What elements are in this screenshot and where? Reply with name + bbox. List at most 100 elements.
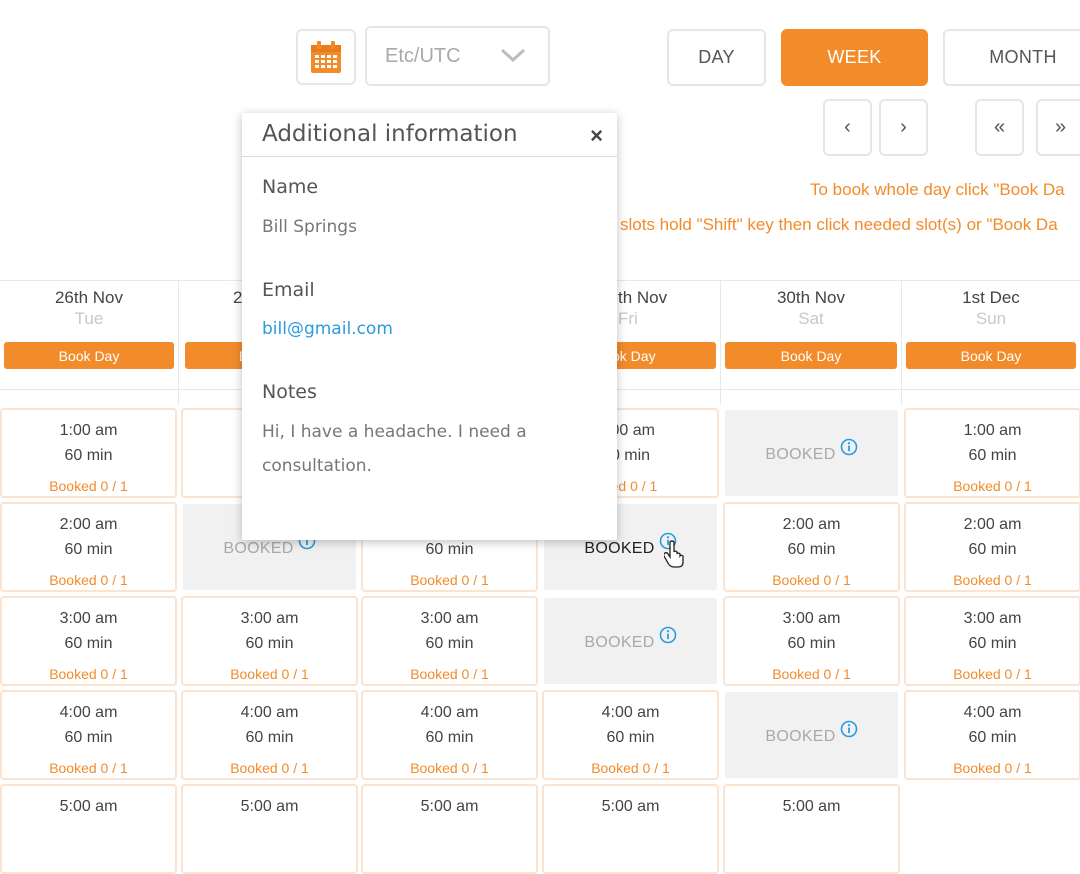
day-date: 30th Nov [776,288,846,307]
view-week-button[interactable]: WEEK [781,29,928,86]
next-week-button[interactable]: › [879,99,928,156]
day-weekday: Tue [74,309,104,328]
slot-status: Booked 0 / 1 [953,572,1032,588]
slot-duration: 60 min [968,635,1017,652]
slot-duration: 60 min [425,729,474,746]
notes-value: Hi, I have a headache. I need a consulta… [262,422,527,476]
prev-fast-button[interactable]: « [975,99,1024,156]
time-slot[interactable]: 1:00 am 60 min Booked 0 / 1 [0,408,177,498]
slot-duration: 60 min [787,635,836,652]
slot-time: 5:00 am [601,798,660,815]
email-link[interactable]: bill@gmail.com [262,319,393,339]
info-icon[interactable] [840,438,858,461]
hint-book-day: To book whole day click "Book Da [810,180,1065,199]
time-slot[interactable]: 1:00 am 60 min Booked 0 / 1 [904,408,1080,498]
slot-time: 4:00 am [420,704,479,721]
booked-label: BOOKED [765,446,836,463]
slot-time: 5:00 am [59,798,118,815]
slot-time: 1:00 am [963,422,1022,439]
name-label: Name [262,176,319,198]
popup-header: Additional information × [242,113,617,157]
slot-duration: 60 min [64,635,113,652]
time-slot[interactable]: 4:00 am 60 min Booked 0 / 1 [361,690,538,780]
slot-time: 2:00 am [963,516,1022,533]
next-fast-button[interactable]: » [1036,99,1080,156]
slot-time: 2:00 am [782,516,841,533]
slot-duration: 60 min [245,635,294,652]
time-slot[interactable]: 3:00 am 60 min Booked 0 / 1 [181,596,358,686]
booked-slot[interactable]: BOOKED [723,408,900,498]
day-date: th Nov [618,288,668,307]
time-slot[interactable]: 5:00 am [361,784,538,874]
time-slot[interactable]: 4:00 am 60 min Booked 0 / 1 [0,690,177,780]
time-slot[interactable]: 3:00 am 60 min Booked 0 / 1 [0,596,177,686]
prev-week-button[interactable]: ‹ [823,99,872,156]
slot-status: Booked 0 / 1 [49,760,128,776]
day-weekday: Sat [798,309,824,328]
booked-label: BOOKED [765,728,836,745]
slot-time: 4:00 am [59,704,118,721]
booked-slot[interactable]: BOOKED [542,596,719,686]
book-day-button[interactable]: Book Day [725,342,897,369]
view-month-button[interactable]: MONTH [943,29,1080,86]
name-value: Bill Springs [262,217,357,237]
book-day-button[interactable]: Book Day [906,342,1076,369]
time-slot[interactable]: 5:00 am [181,784,358,874]
time-slot[interactable]: 2:00 am 60 min Booked 0 / 1 [723,502,900,592]
info-icon[interactable] [840,720,858,743]
slot-time: 3:00 am [59,610,118,627]
info-icon[interactable] [659,626,677,649]
time-slot[interactable]: 4:00 am 60 min Booked 0 / 1 [904,690,1080,780]
slot-time: 5:00 am [240,798,299,815]
day-weekday: Fri [618,309,638,328]
hint-shift-select: slots hold "Shift" key then click needed… [620,215,1058,234]
time-slot[interactable]: 4:00 am 60 min Booked 0 / 1 [181,690,358,780]
slot-status: Booked 0 / 1 [230,666,309,682]
calendar-icon [311,41,341,73]
time-slot[interactable]: 3:00 am 60 min Booked 0 / 1 [723,596,900,686]
time-slot[interactable]: 5:00 am [723,784,900,874]
booked-label: BOOKED [584,540,655,557]
slot-duration: 60 min [64,729,113,746]
slot-duration: 60 min [968,447,1017,464]
slot-time: 4:00 am [601,704,660,721]
slot-duration: 60 min [606,729,655,746]
day-weekday: Sun [975,309,1007,328]
slot-duration: 60 min [425,635,474,652]
slot-status: Booked 0 / 1 [953,760,1032,776]
time-slot[interactable]: 4:00 am 60 min Booked 0 / 1 [542,690,719,780]
slot-status: Booked 0 / 1 [772,572,851,588]
slot-status: Booked 0 / 1 [230,760,309,776]
day-date: 1st Dec [962,288,1020,307]
time-slot[interactable]: 3:00 am 60 min Booked 0 / 1 [904,596,1080,686]
view-day-button[interactable]: DAY [667,29,766,86]
booked-slot[interactable]: BOOKED [723,690,900,780]
slot-status: Booked 0 / 1 [49,666,128,682]
slot-duration: 60 min [968,729,1017,746]
time-slot[interactable]: 2:00 am 60 min Booked 0 / 1 [904,502,1080,592]
slot-time: 2:00 am [59,516,118,533]
day-date: 26th Nov [54,288,124,307]
book-day-button[interactable]: Book Day [4,342,174,369]
notes-label: Notes [262,381,317,403]
day-header-sun: 1st Dec Sun Book Day [902,281,1080,405]
slot-status: Booked 0 / 1 [410,572,489,588]
popup-title: Additional information [262,121,518,147]
slot-status: Booked 0 / 1 [953,478,1032,494]
slot-time: 3:00 am [782,610,841,627]
additional-info-popup: Additional information × Name Bill Sprin… [242,113,617,540]
time-slot[interactable]: 3:00 am 60 min Booked 0 / 1 [361,596,538,686]
slot-duration: 60 min [968,541,1017,558]
slot-status: Booked 0 / 1 [772,666,851,682]
time-slot[interactable]: 2:00 am 60 min Booked 0 / 1 [0,502,177,592]
close-icon[interactable]: × [590,123,603,149]
slot-time: 3:00 am [240,610,299,627]
time-slot[interactable]: 5:00 am [0,784,177,874]
time-slot[interactable]: 5:00 am [542,784,719,874]
slot-duration: 60 min [64,447,113,464]
slot-time: 3:00 am [420,610,479,627]
calendar-button[interactable] [296,29,356,85]
timezone-select[interactable]: Etc/UTC [365,26,550,86]
slot-time: 5:00 am [782,798,841,815]
chevron-down-icon [500,48,526,63]
